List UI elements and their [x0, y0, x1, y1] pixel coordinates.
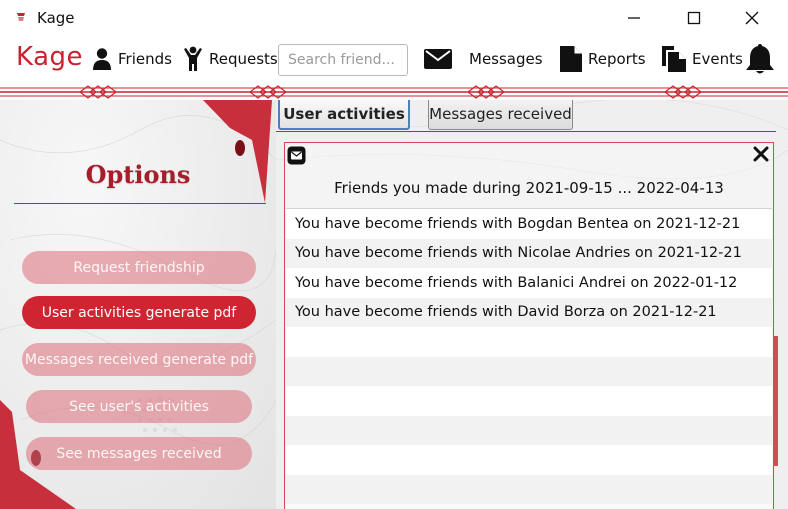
- list-item[interactable]: You have become friends with Balanici An…: [286, 268, 772, 298]
- report-panel: User activities Messages received Friend…: [276, 100, 788, 509]
- options-title: Options: [85, 160, 191, 189]
- envelope-icon: [287, 146, 306, 165]
- messages-received-generate-pdf-button[interactable]: Messages received generate pdf: [22, 343, 256, 376]
- request-friendship-button[interactable]: Request friendship: [22, 251, 256, 284]
- scrollbar-accent[interactable]: [774, 336, 778, 466]
- empty-list-row: [286, 445, 772, 475]
- tabs-divider: [276, 131, 776, 132]
- reports-label: Reports: [588, 50, 646, 68]
- report-card-content: Friends you made during 2021-09-15 ... 2…: [285, 143, 773, 509]
- window-titlebar: Kage: [0, 0, 788, 35]
- minimize-button[interactable]: [609, 0, 659, 35]
- bell-icon: [746, 44, 774, 74]
- options-divider: [14, 203, 266, 204]
- maximize-button[interactable]: [669, 0, 719, 35]
- see-users-activities-button[interactable]: See user's activities: [26, 390, 252, 423]
- main-toolbar: Kage Friends Requests Messages Reports: [0, 35, 788, 85]
- empty-list-row: [286, 327, 772, 357]
- messages-envelope-button[interactable]: [424, 41, 452, 77]
- empty-list-row: [286, 386, 772, 416]
- envelope-icon: [424, 49, 452, 69]
- kage-logo-icon: [17, 13, 25, 21]
- requests-button[interactable]: Requests: [183, 41, 278, 77]
- friends-label: Friends: [118, 50, 172, 68]
- decorative-divider-band: [0, 85, 788, 99]
- options-panel: Options Request friendship User activiti…: [0, 100, 276, 509]
- copy-document-icon: [662, 46, 686, 72]
- brand-logo: Kage: [16, 42, 84, 72]
- window-title: Kage: [37, 9, 75, 27]
- user-activities-generate-pdf-button[interactable]: User activities generate pdf: [22, 296, 256, 329]
- search-friend-input[interactable]: [278, 44, 408, 76]
- minimize-icon: [628, 16, 640, 19]
- tab-user-activities[interactable]: User activities: [278, 100, 410, 130]
- close-window-button[interactable]: [727, 0, 777, 35]
- events-button[interactable]: Events: [662, 41, 743, 77]
- list-item[interactable]: You have become friends with Bogdan Bent…: [286, 209, 772, 239]
- maximize-icon: [687, 11, 701, 24]
- events-label: Events: [692, 50, 743, 68]
- document-icon: [560, 46, 582, 72]
- report-title: Friends you made during 2021-09-15 ... 2…: [334, 179, 724, 197]
- requests-label: Requests: [209, 50, 278, 68]
- reports-button[interactable]: Reports: [560, 41, 646, 77]
- report-card: Friends you made during 2021-09-15 ... 2…: [284, 142, 774, 509]
- friends-button[interactable]: Friends: [92, 41, 172, 77]
- messages-label: Messages: [469, 50, 543, 68]
- close-icon: [745, 11, 759, 24]
- close-report-button[interactable]: [753, 146, 769, 162]
- notifications-button[interactable]: [745, 41, 775, 77]
- see-messages-received-button[interactable]: See messages received: [26, 437, 252, 470]
- empty-list-row: [286, 474, 772, 504]
- person-arms-up-icon: [184, 46, 202, 71]
- user-icon: [93, 48, 111, 70]
- list-item[interactable]: You have become friends with Nicolae And…: [286, 238, 772, 268]
- empty-list-row: [286, 415, 772, 445]
- empty-list-row: [286, 356, 772, 386]
- friends-activity-list[interactable]: You have become friends with Bogdan Bent…: [286, 208, 772, 509]
- tab-messages-received[interactable]: Messages received: [428, 100, 573, 130]
- list-item[interactable]: You have become friends with David Borza…: [286, 297, 772, 327]
- messages-button[interactable]: Messages: [469, 41, 543, 77]
